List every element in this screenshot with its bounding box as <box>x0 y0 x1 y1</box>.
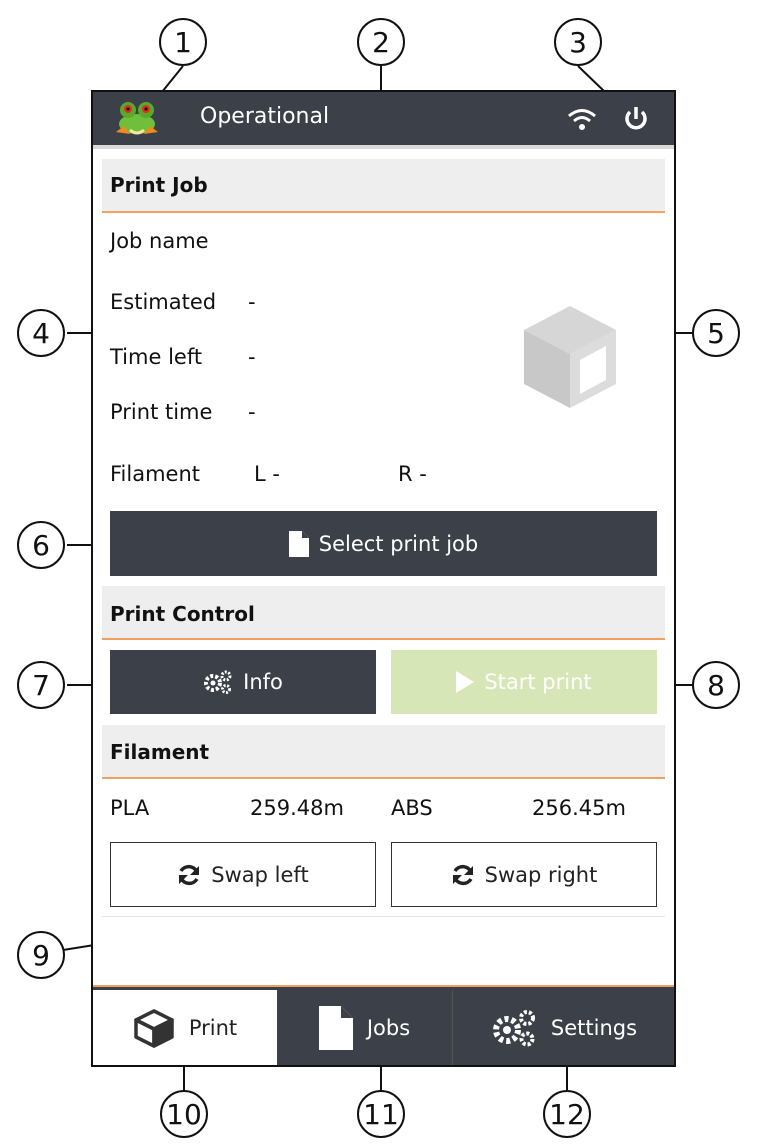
print-time-label: Print time <box>110 400 213 424</box>
callout-8: 8 <box>692 661 740 709</box>
file-icon <box>318 1005 353 1050</box>
callout-10: 10 <box>160 1090 208 1138</box>
gears-icon <box>492 1009 535 1046</box>
callout-4: 4 <box>17 309 65 357</box>
wifi-icon[interactable] <box>566 106 598 132</box>
callout-7: 7 <box>17 661 65 709</box>
callout-6: 6 <box>17 521 65 569</box>
time-left-label: Time left <box>110 345 203 369</box>
filament-title: Filament <box>110 740 210 764</box>
swap-right-label: Swap right <box>484 862 598 887</box>
callout-11: 11 <box>357 1090 405 1138</box>
callout-5: 5 <box>692 309 740 357</box>
left-amount: 259.48m <box>250 796 344 820</box>
refresh-icon <box>452 864 473 885</box>
print-control-title: Print Control <box>110 602 255 626</box>
info-button[interactable]: Info <box>110 650 376 714</box>
cube-icon <box>520 300 620 412</box>
status-divider <box>93 145 674 149</box>
cube-icon <box>134 1008 174 1048</box>
swap-right-button[interactable]: Swap right <box>391 842 657 907</box>
estimated-value: - <box>248 290 256 314</box>
tab-jobs-label: Jobs <box>366 1015 411 1040</box>
file-icon <box>288 530 309 557</box>
estimated-label: Estimated <box>110 290 217 314</box>
tab-settings[interactable]: Settings <box>452 990 675 1065</box>
filament-left-value: L - <box>254 462 280 486</box>
info-button-label: Info <box>243 670 283 694</box>
print-job-title: Print Job <box>110 173 208 197</box>
select-print-job-button[interactable]: Select print job <box>110 511 657 576</box>
time-left-value: - <box>248 345 256 369</box>
select-print-job-label: Select print job <box>318 531 479 556</box>
tab-print-label: Print <box>188 1015 238 1040</box>
callout-3: 3 <box>554 18 602 66</box>
play-icon <box>456 671 475 693</box>
left-material: PLA <box>110 796 150 820</box>
power-icon[interactable] <box>622 104 650 132</box>
tab-settings-label: Settings <box>550 1015 638 1040</box>
start-print-label: Start print <box>484 670 592 694</box>
callout-12: 12 <box>543 1090 591 1138</box>
filament-right-value: R - <box>398 462 427 486</box>
tab-print[interactable]: Print <box>93 990 277 1065</box>
status-text: Operational <box>200 104 330 129</box>
start-print-button[interactable]: Start print <box>391 650 657 714</box>
tab-jobs[interactable]: Jobs <box>277 990 452 1065</box>
filament-divider <box>102 916 665 917</box>
job-name-label: Job name <box>110 229 209 253</box>
frog-logo-icon[interactable] <box>110 96 164 140</box>
callout-2: 2 <box>357 18 405 66</box>
refresh-icon <box>179 864 200 885</box>
callout-1: 1 <box>159 18 207 66</box>
filament-label: Filament <box>110 462 201 486</box>
callout-9: 9 <box>17 931 65 979</box>
gears-icon <box>204 670 232 694</box>
swap-left-label: Swap left <box>211 862 309 887</box>
swap-left-button[interactable]: Swap left <box>110 842 376 907</box>
print-time-value: - <box>248 400 256 424</box>
right-amount: 256.45m <box>532 796 626 820</box>
right-material: ABS <box>391 796 433 820</box>
